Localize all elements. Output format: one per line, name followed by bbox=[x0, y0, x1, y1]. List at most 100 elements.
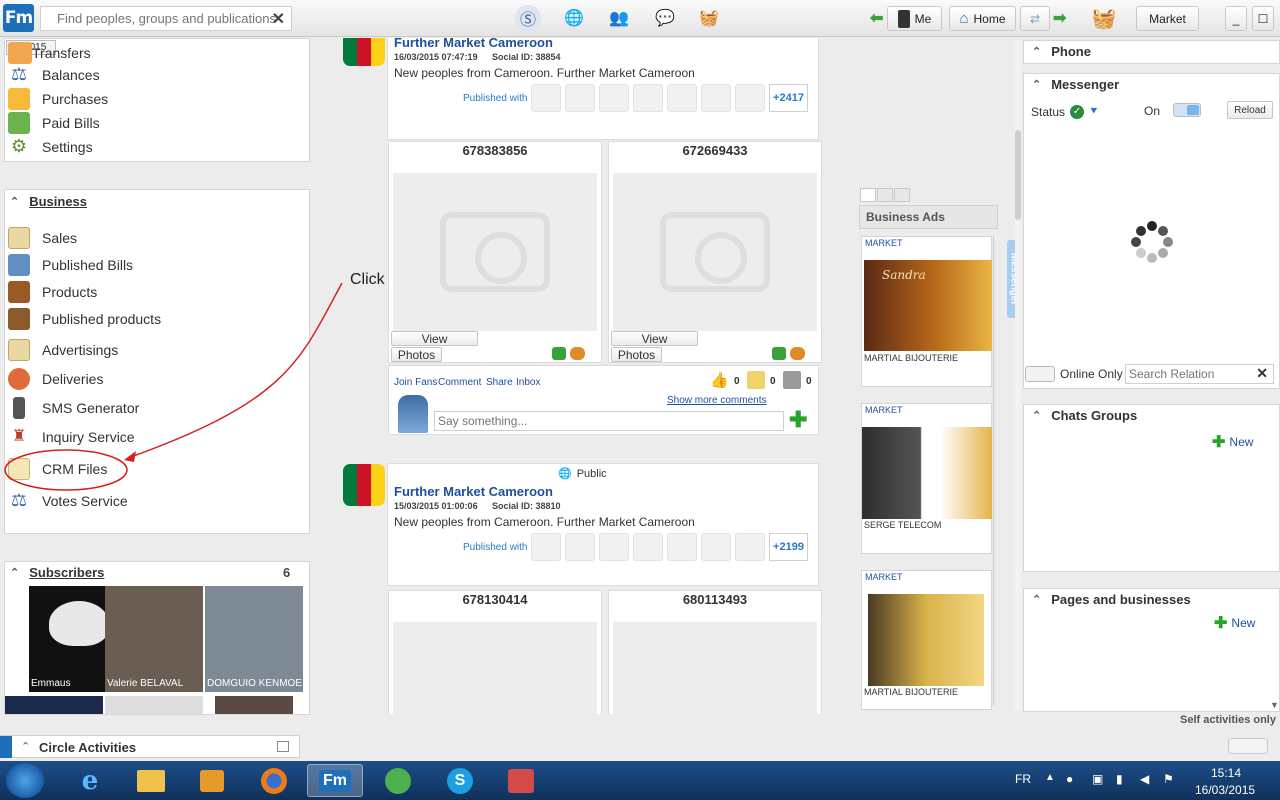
search-relation-box[interactable]: ✕ bbox=[1125, 364, 1274, 384]
firefox-icon[interactable] bbox=[246, 764, 302, 797]
subscriber-photo[interactable] bbox=[105, 696, 203, 714]
back-arrow-icon[interactable]: ⬅ bbox=[870, 8, 883, 28]
photo-placeholder[interactable] bbox=[393, 622, 597, 714]
market-button[interactable]: Market bbox=[1136, 6, 1199, 31]
language-indicator[interactable]: FR bbox=[1015, 772, 1031, 786]
forward-arrow-icon[interactable]: ➡ bbox=[1053, 8, 1066, 28]
utorrent-icon[interactable] bbox=[370, 764, 426, 797]
shared-avatar[interactable] bbox=[701, 533, 731, 561]
collapse-chevron-icon[interactable]: ⌃ bbox=[1032, 593, 1041, 606]
share-link[interactable]: Share bbox=[486, 377, 513, 388]
shared-avatar[interactable] bbox=[531, 533, 561, 561]
skype-taskbar-icon[interactable]: S bbox=[432, 764, 488, 797]
chats-groups-header[interactable]: ⌃ Chats Groups bbox=[1032, 408, 1137, 423]
collapse-chevron-icon[interactable]: ⌃ bbox=[1032, 45, 1041, 58]
main-scrollbar[interactable] bbox=[1015, 40, 1021, 710]
self-activities-toggle[interactable] bbox=[1228, 738, 1268, 754]
expand-chevron-icon[interactable]: ⌃ bbox=[21, 740, 30, 753]
skype-icon[interactable]: Ⓢ bbox=[515, 5, 541, 31]
inbox-link[interactable]: Inbox bbox=[516, 377, 540, 388]
edit-note-icon[interactable] bbox=[747, 371, 765, 389]
subscriber-photo[interactable]: DOMGUIO KENMOE... bbox=[205, 586, 309, 692]
ads-page-tab[interactable] bbox=[877, 188, 893, 202]
flag-notification-icon[interactable]: ⚑ bbox=[1163, 772, 1174, 786]
shared-avatar[interactable] bbox=[565, 533, 595, 561]
scrollbar-thumb[interactable] bbox=[1015, 130, 1021, 220]
photo-placeholder[interactable] bbox=[393, 173, 597, 331]
volume-icon[interactable]: ◀ bbox=[1140, 772, 1149, 786]
share-arrows-icon[interactable] bbox=[783, 371, 801, 389]
clipboard-tray-icon[interactable]: ▣ bbox=[1092, 772, 1103, 786]
ads-page-tab[interactable] bbox=[860, 188, 876, 202]
more-shared-button[interactable]: +2199 bbox=[769, 533, 808, 561]
cameroon-flag-avatar[interactable] bbox=[343, 464, 385, 506]
ads-scrollbar[interactable] bbox=[993, 236, 999, 706]
reload-button[interactable]: Reload bbox=[1227, 101, 1273, 119]
signal-icon[interactable]: ▮ bbox=[1116, 772, 1123, 786]
chat-icon[interactable]: 💬 bbox=[652, 5, 678, 31]
file-explorer-icon[interactable] bbox=[123, 764, 179, 797]
photos-button[interactable]: Photos bbox=[611, 347, 662, 362]
comment-input[interactable] bbox=[434, 411, 784, 431]
more-shared-button[interactable]: +2417 bbox=[769, 84, 808, 112]
shared-avatar[interactable] bbox=[633, 84, 663, 112]
collapse-chevron-icon[interactable]: ⌃ bbox=[1032, 409, 1041, 422]
status-toggle[interactable] bbox=[1173, 103, 1201, 117]
shared-avatar[interactable] bbox=[701, 84, 731, 112]
sync-button[interactable]: ⇄ bbox=[1020, 6, 1050, 31]
message-icon[interactable] bbox=[790, 347, 805, 360]
thumbs-up-icon[interactable]: 👍 bbox=[710, 371, 729, 389]
phone-call-icon[interactable] bbox=[772, 347, 786, 360]
subscribers-title[interactable]: Subscribers bbox=[29, 565, 104, 580]
scroll-down-icon[interactable]: ▼ bbox=[1270, 700, 1279, 710]
shared-avatar[interactable] bbox=[633, 533, 663, 561]
post-author[interactable]: Further Market Cameroon bbox=[394, 38, 553, 50]
collapse-chevron-icon[interactable]: ⌃ bbox=[1032, 78, 1041, 91]
shared-avatar[interactable] bbox=[667, 533, 697, 561]
ads-page-tab[interactable] bbox=[894, 188, 910, 202]
subscribers-header[interactable]: ⌃ Subscribers bbox=[10, 565, 104, 580]
home-button[interactable]: ⌂ Home bbox=[949, 6, 1016, 31]
status-dropdown-icon[interactable]: ⯆ bbox=[1089, 104, 1099, 119]
photos-button[interactable]: Photos bbox=[391, 347, 442, 362]
photo-placeholder[interactable] bbox=[613, 173, 817, 331]
start-button-icon[interactable] bbox=[6, 763, 44, 798]
market-basket-icon[interactable]: 🧺 bbox=[1089, 4, 1119, 32]
people-icon[interactable]: 👥 bbox=[606, 5, 632, 31]
pages-businesses-header[interactable]: ⌃ Pages and businesses bbox=[1032, 592, 1191, 607]
message-icon[interactable] bbox=[570, 347, 585, 360]
restore-button[interactable]: ☐ bbox=[1252, 6, 1274, 31]
join-fans-link[interactable]: Join Fans bbox=[394, 377, 437, 388]
minimize-button[interactable]: _ bbox=[1225, 6, 1247, 31]
snipping-tool-icon[interactable] bbox=[493, 764, 549, 797]
show-more-comments-link[interactable]: Show more comments bbox=[667, 395, 766, 406]
checkbox-icon[interactable] bbox=[277, 741, 289, 752]
network-globe-icon[interactable]: ● bbox=[1066, 772, 1073, 786]
new-page-button[interactable]: ✚ New bbox=[1214, 613, 1255, 633]
subscriber-photo[interactable] bbox=[5, 696, 103, 714]
subscriber-photo[interactable] bbox=[215, 696, 293, 714]
show-hidden-icons-icon[interactable]: ▲ bbox=[1045, 772, 1055, 783]
search-relation-input[interactable] bbox=[1126, 365, 1246, 383]
view-button[interactable]: View bbox=[391, 331, 478, 346]
post-author[interactable]: Further Market Cameroon bbox=[394, 484, 553, 499]
clock-time[interactable]: 15:14 bbox=[1211, 766, 1241, 780]
collapse-chevron-icon[interactable]: ⌃ bbox=[10, 566, 19, 579]
subscriber-photo[interactable]: Valerie BELAVAL bbox=[105, 586, 203, 692]
phone-call-icon[interactable] bbox=[552, 347, 566, 360]
view-button[interactable]: View bbox=[611, 331, 698, 346]
add-comment-icon[interactable]: ✚ bbox=[789, 407, 807, 433]
shared-avatar[interactable] bbox=[735, 533, 765, 561]
cameroon-flag-avatar[interactable] bbox=[343, 38, 385, 66]
me-button[interactable]: Me bbox=[887, 6, 942, 31]
comment-link[interactable]: Comment bbox=[438, 377, 481, 388]
media-player-icon[interactable] bbox=[184, 764, 240, 797]
clear-relation-icon[interactable]: ✕ bbox=[1256, 365, 1268, 382]
shared-avatar[interactable] bbox=[599, 533, 629, 561]
shared-avatar[interactable] bbox=[735, 84, 765, 112]
shared-avatar[interactable] bbox=[565, 84, 595, 112]
shared-avatar[interactable] bbox=[531, 84, 561, 112]
globe-icon[interactable]: 🌐 bbox=[561, 5, 587, 31]
online-only-toggle[interactable] bbox=[1025, 366, 1055, 382]
photo-placeholder[interactable] bbox=[613, 622, 817, 714]
